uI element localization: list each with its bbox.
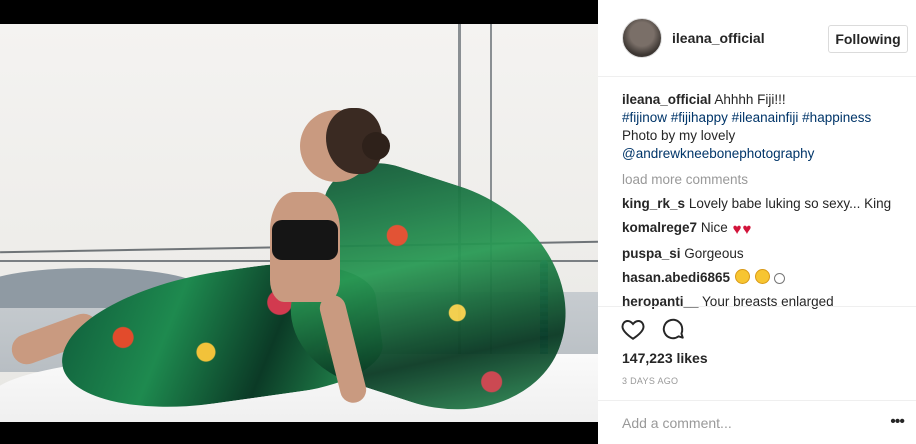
- comment-item: hasan.abedi6865: [622, 269, 908, 287]
- comment-text: Gorgeous: [684, 246, 744, 261]
- comment-item: king_rk_s Lovely babe luking so sexy... …: [622, 195, 908, 213]
- following-button[interactable]: Following: [828, 25, 908, 53]
- comment-item: komalrege7 Nice ♥♥: [622, 219, 908, 239]
- smile-emoji-icon: [754, 269, 770, 284]
- figure-top: [272, 220, 338, 260]
- figure-bun: [362, 132, 390, 160]
- avatar[interactable]: [622, 18, 662, 58]
- caption: ileana_official Ahhhh Fiji!!! #fijinow #…: [622, 91, 908, 163]
- comment-item: heropanti__ Your breasts enlarged: [622, 293, 908, 311]
- add-comment-bar: •••: [598, 400, 916, 444]
- mention-link[interactable]: @andrewkneebonephotography: [622, 146, 814, 161]
- hashtag[interactable]: #fijinow: [622, 110, 667, 125]
- caption-username[interactable]: ileana_official: [622, 92, 711, 107]
- likes-count[interactable]: 147,223 likes: [622, 350, 708, 366]
- comments-section: ileana_official Ahhhh Fiji!!! #fijinow #…: [622, 91, 908, 311]
- comment-username[interactable]: puspa_si: [622, 246, 681, 261]
- hashtag[interactable]: #ileanainfiji: [732, 110, 799, 125]
- comment-text: Nice: [700, 220, 728, 235]
- post-photo[interactable]: [0, 24, 598, 422]
- post-header: ileana_official Following: [598, 0, 916, 77]
- comment-item: puspa_si Gorgeous: [622, 245, 908, 263]
- caption-text: Ahhhh Fiji!!!: [714, 92, 786, 107]
- more-options-icon[interactable]: •••: [890, 413, 905, 431]
- add-comment-input[interactable]: [622, 413, 872, 433]
- comment-text: Lovely babe luking so sexy... King: [688, 196, 892, 211]
- heart-icon[interactable]: [620, 316, 646, 342]
- actions-divider: [598, 306, 916, 307]
- hashtag[interactable]: #fijihappy: [671, 110, 728, 125]
- caption-credit: Photo by my lovely: [622, 128, 736, 143]
- comment-username[interactable]: king_rk_s: [622, 196, 685, 211]
- comment-username[interactable]: komalrege7: [622, 220, 697, 235]
- comment-icon[interactable]: [660, 316, 686, 342]
- load-more-comments[interactable]: load more comments: [622, 171, 908, 189]
- heart-emoji-icon: ♥: [742, 221, 752, 238]
- post-side-panel: ileana_official Following ileana_officia…: [598, 0, 916, 444]
- header-username[interactable]: ileana_official: [672, 30, 765, 46]
- hashtag[interactable]: #happiness: [802, 110, 871, 125]
- heart-emoji-icon: ♥: [732, 221, 742, 238]
- timestamp[interactable]: 3 DAYS AGO: [622, 376, 678, 386]
- comment-username[interactable]: hasan.abedi6865: [622, 270, 730, 285]
- relaxed-emoji-icon: [774, 273, 786, 284]
- smile-emoji-icon: [734, 269, 750, 284]
